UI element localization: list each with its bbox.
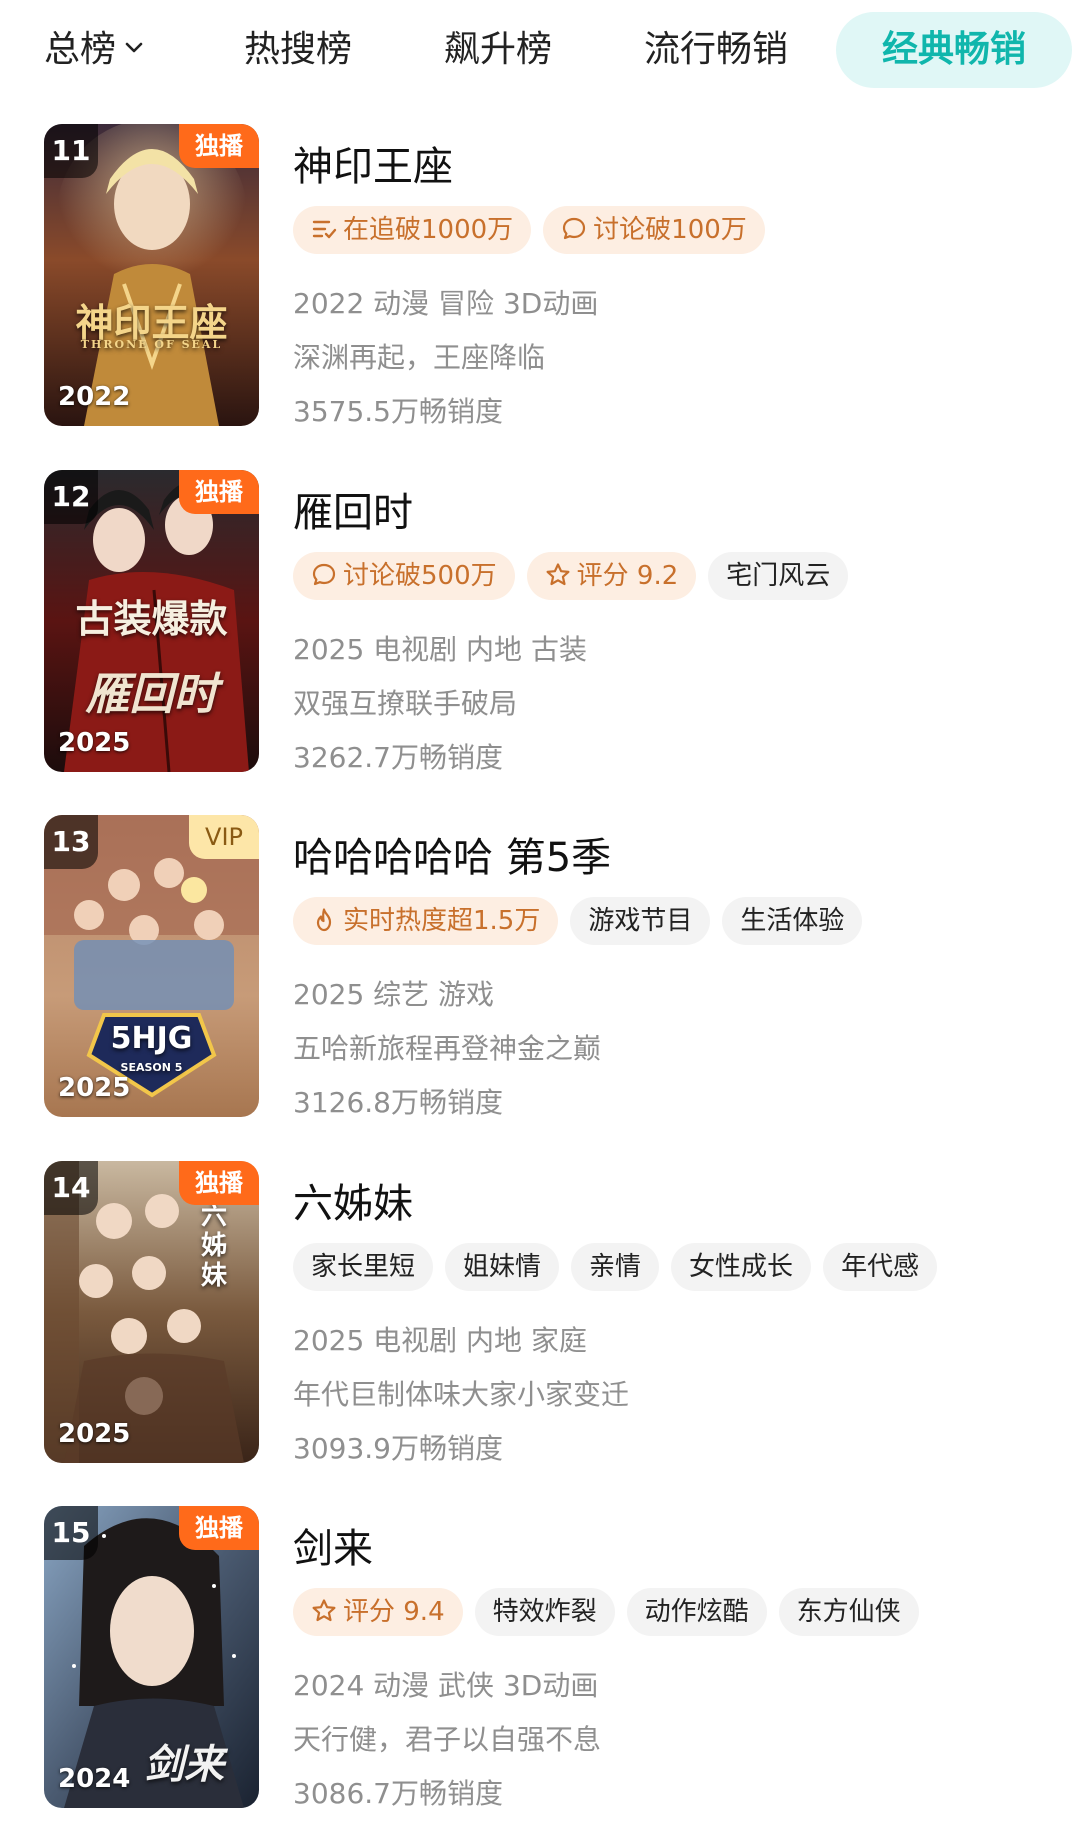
flame-icon — [316, 907, 332, 931]
tag-text: 亲情 — [589, 1252, 642, 1282]
poster-year: 2025 — [58, 728, 131, 758]
item-description: 天行健，君子以自强不息 — [293, 1723, 602, 1756]
tag-row: 讨论破500万 评分 9.2 宅门风云 — [293, 552, 860, 600]
tag-chip[interactable]: 评分 9.4 — [293, 1588, 463, 1636]
vip-badge: VIP — [189, 815, 259, 859]
item-info: 2025 电视剧 内地 古装 — [293, 633, 587, 666]
tag-text: 生活体验 — [740, 906, 845, 936]
tag-text: 评分 9.4 — [343, 1597, 445, 1627]
tag-row: 评分 9.4 特效炸裂 动作炫酷 东方仙侠 — [293, 1588, 931, 1636]
tag-text: 女性成长 — [689, 1252, 794, 1282]
item-sales: 3126.8万畅销度 — [293, 1086, 503, 1119]
list-item[interactable]: 古装爆款 雁回时 12 独播 2025 雁回时 讨论破500万 评分 9.2 宅门风… — [0, 470, 1080, 790]
tag-text: 东方仙侠 — [796, 1597, 901, 1627]
poster-year: 2024 — [58, 1764, 131, 1794]
tag-chip[interactable]: 姐妹情 — [445, 1243, 560, 1291]
tag-text: 家长里短 — [311, 1252, 416, 1282]
comment-icon — [563, 217, 586, 239]
item-info: 2022 动漫 冒险 3D动画 — [293, 287, 599, 320]
item-info: 2025 综艺 游戏 — [293, 978, 495, 1011]
tag-chip[interactable]: 游戏节目 — [570, 897, 711, 945]
tag-text: 特效炸裂 — [492, 1597, 597, 1627]
tag-text: 讨论破100万 — [593, 215, 747, 245]
poster-title-text: 六姊妹 — [200, 1201, 227, 1291]
tag-text: 讨论破500万 — [343, 561, 497, 591]
list-item[interactable]: 剑来 15 独播 2024 剑来 评分 9.4 特效炸裂 动作炫酷 东方仙侠 2024… — [0, 1506, 1080, 1826]
poster-thumbnail[interactable]: 5HJG SEASON 5 13 VIP 2025 — [44, 815, 259, 1117]
tag-row: 在追破1000万 讨论破100万 — [293, 206, 777, 254]
star-icon — [312, 1598, 336, 1621]
item-sales: 3093.9万畅销度 — [293, 1432, 503, 1465]
item-description: 年代巨制体味大家小家变迁 — [293, 1378, 630, 1411]
tag-chip[interactable]: 宅门风云 — [708, 552, 849, 600]
item-title[interactable]: 六姊妹 — [293, 1171, 413, 1229]
rank-number: 14 — [44, 1161, 98, 1215]
item-title[interactable]: 剑来 — [293, 1516, 373, 1574]
tag-chip[interactable]: 年代感 — [823, 1243, 938, 1291]
comment-icon — [312, 563, 336, 585]
tag-text: 在追破1000万 — [343, 215, 514, 245]
star-icon — [546, 562, 570, 585]
tag-chip[interactable]: 亲情 — [571, 1243, 660, 1291]
poster-thumbnail[interactable]: 六姊妹 14 独播 2025 — [44, 1161, 259, 1463]
poster-title-text: 剑来 — [144, 1741, 224, 1788]
item-sales: 3086.7万畅销度 — [293, 1777, 503, 1810]
tag-text: 姐妹情 — [463, 1252, 542, 1282]
tag-chip[interactable]: 特效炸裂 — [474, 1588, 615, 1636]
tag-chip[interactable]: 讨论破500万 — [293, 552, 515, 600]
item-title[interactable]: 哈哈哈哈哈 第5季 — [293, 825, 611, 883]
rank-number: 11 — [44, 124, 98, 178]
exclusive-badge: 独播 — [179, 1161, 259, 1205]
tag-row: 实时热度超1.5万 游戏节目 生活体验 — [293, 897, 874, 945]
tag-chip[interactable]: 实时热度超1.5万 — [293, 897, 559, 945]
rank-number: 12 — [44, 470, 98, 524]
list-item[interactable]: 神印王座 THRONE OF SEAL 11 独播 2022 神印王座 在追破1… — [0, 124, 1080, 444]
rank-number: 13 — [44, 815, 98, 869]
item-title[interactable]: 雁回时 — [293, 480, 413, 538]
tag-chip[interactable]: 女性成长 — [671, 1243, 812, 1291]
item-sales: 3262.7万畅销度 — [293, 741, 503, 774]
poster-subtitle-text: THRONE OF SEAL — [80, 338, 223, 351]
tag-row: 家长里短 姐妹情 亲情 女性成长 年代感 — [293, 1243, 949, 1291]
poster-thumbnail[interactable]: 古装爆款 雁回时 12 独播 2025 — [44, 470, 259, 772]
tag-chip[interactable]: 生活体验 — [722, 897, 863, 945]
list-item[interactable]: 5HJG SEASON 5 13 VIP 2025 哈哈哈哈哈 第5季 实时热度… — [0, 815, 1080, 1135]
poster-thumbnail[interactable]: 神印王座 THRONE OF SEAL 11 独播 2022 — [44, 124, 259, 426]
poster-title-text: 5HJG — [110, 1021, 193, 1056]
item-sales: 3575.5万畅销度 — [293, 395, 503, 428]
tag-text: 年代感 — [841, 1252, 920, 1282]
poster-year: 2025 — [58, 1073, 131, 1103]
item-title[interactable]: 神印王座 — [293, 134, 453, 192]
tag-text: 实时热度超1.5万 — [343, 906, 541, 936]
poster-year: 2025 — [58, 1419, 131, 1449]
item-info: 2024 动漫 武侠 3D动画 — [293, 1669, 599, 1702]
list-item[interactable]: 六姊妹 14 独播 2025 六姊妹 家长里短 姐妹情 亲情 女性成长 年代感 2025… — [0, 1161, 1080, 1481]
exclusive-badge: 独播 — [179, 1506, 259, 1550]
tag-chip[interactable]: 东方仙侠 — [778, 1588, 919, 1636]
poster-subtitle-text: 雁回时 — [85, 669, 218, 720]
item-info: 2025 电视剧 内地 家庭 — [293, 1324, 587, 1357]
item-description: 双强互撩联手破局 — [293, 687, 518, 720]
rank-number: 15 — [44, 1506, 98, 1560]
tag-chip[interactable]: 家长里短 — [293, 1243, 434, 1291]
tag-text: 宅门风云 — [726, 561, 831, 591]
ranking-list: 神印王座 THRONE OF SEAL 11 独播 2022 神印王座 在追破1… — [0, 0, 1080, 1839]
tag-chip[interactable]: 讨论破100万 — [543, 206, 765, 254]
follow-list-icon — [312, 220, 337, 238]
tag-text: 游戏节目 — [588, 906, 693, 936]
item-description: 深渊再起，王座降临 — [293, 341, 546, 374]
exclusive-badge: 独播 — [179, 470, 259, 514]
tag-chip[interactable]: 在追破1000万 — [293, 206, 532, 254]
tag-text: 动作炫酷 — [644, 1597, 749, 1627]
exclusive-badge: 独播 — [179, 124, 259, 168]
poster-year: 2022 — [58, 382, 131, 412]
tag-chip[interactable]: 动作炫酷 — [626, 1588, 767, 1636]
poster-thumbnail[interactable]: 剑来 15 独播 2024 — [44, 1506, 259, 1808]
poster-title-text: 古装爆款 — [75, 596, 228, 641]
tag-text: 评分 9.2 — [576, 561, 679, 591]
item-description: 五哈新旅程再登神金之巅 — [293, 1032, 602, 1065]
tag-chip[interactable]: 评分 9.2 — [526, 552, 697, 600]
